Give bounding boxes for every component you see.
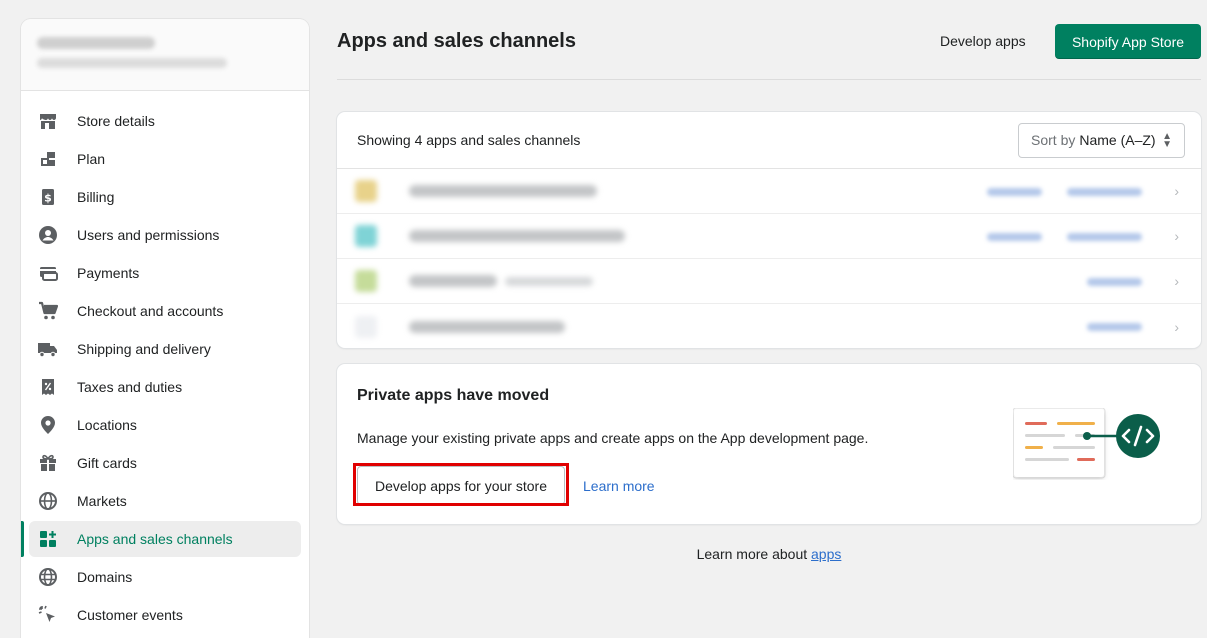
store-name-redacted [37,37,155,49]
sidebar-item-label: Payments [77,265,140,281]
learn-more-about-apps: Learn more about apps [0,546,1207,562]
app-icon [355,315,377,338]
store-account-header[interactable] [21,19,309,91]
select-arrows-icon: ▲ ▼ [1162,130,1172,150]
chevron-right-icon: › [1174,228,1179,244]
redacted-app-name [409,275,497,287]
redacted-uninstall-link[interactable] [1087,274,1142,289]
payments-icon [37,262,59,284]
app-row-redacted[interactable]: › [337,169,1201,214]
sidebar-item-label: Store details [77,113,155,129]
sidebar-item-billing[interactable]: $ Billing [29,179,301,215]
private-apps-card: Private apps have moved Manage your exis… [337,364,1201,524]
sidebar-item-label: Gift cards [77,455,137,471]
location-pin-icon [37,414,59,436]
sidebar-item-markets[interactable]: Markets [29,483,301,519]
sidebar-item-label: Customer events [77,607,183,623]
sidebar-item-label: Users and permissions [77,227,220,243]
app-row-redacted[interactable]: › [337,214,1201,259]
globe-icon [37,566,59,588]
apps-list-header: Showing 4 apps and sales channels Sort b… [337,112,1201,169]
redacted-support-link[interactable] [1067,229,1142,244]
chevron-right-icon: › [1174,183,1179,199]
redacted-app-subtitle [505,276,593,286]
develop-apps-link[interactable]: Develop apps [940,33,1026,49]
redacted-content [355,270,1201,292]
sidebar-item-label: Markets [77,493,127,509]
sidebar-item-label: Shipping and delivery [77,341,211,357]
store-icon [37,110,59,132]
sidebar-item-shipping-and-delivery[interactable]: Shipping and delivery [29,331,301,367]
sidebar-item-gift-cards[interactable]: Gift cards [29,445,301,481]
apps-count-label: Showing 4 apps and sales channels [357,132,581,148]
sort-prefix: Sort by [1031,132,1076,148]
app-row-redacted[interactable]: › [337,304,1201,348]
sidebar-item-payments[interactable]: Payments [29,255,301,291]
truck-icon [37,338,59,360]
redacted-app-name [409,185,597,197]
redacted-content [355,315,1201,338]
sidebar-item-locations[interactable]: Locations [29,407,301,443]
app-icon [355,225,377,247]
chevron-right-icon: › [1174,273,1179,289]
sidebar-item-label: Taxes and duties [77,379,183,395]
sidebar-item-label: Billing [77,189,115,205]
sidebar-item-label: Locations [77,417,137,433]
redacted-app-name [409,230,625,242]
sidebar-item-customer-events[interactable]: Customer events [29,597,301,633]
learn-more-link[interactable]: Learn more [583,478,655,494]
receipt-icon [37,376,59,398]
redacted-app-name [409,320,565,333]
store-email-redacted [37,58,227,68]
app-icon [355,270,377,292]
sidebar-item-label: Apps and sales channels [77,531,233,547]
app-icon [355,180,377,202]
sidebar-item-checkout-and-accounts[interactable]: Checkout and accounts [29,293,301,329]
apps-list-card: Showing 4 apps and sales channels Sort b… [337,112,1201,348]
page-title: Apps and sales channels [337,30,576,52]
plan-icon [37,148,59,170]
private-apps-title: Private apps have moved [357,387,550,404]
gift-icon [37,452,59,474]
developer-code-illustration [1012,407,1163,483]
redacted-uninstall-link[interactable] [1087,319,1142,334]
app-row-redacted[interactable]: › [337,259,1201,304]
sidebar-item-taxes-and-duties[interactable]: Taxes and duties [29,369,301,405]
footer-prefix: Learn more about [696,546,812,562]
billing-icon: $ [37,186,59,208]
sidebar-item-label: Plan [77,151,106,167]
globe-grid-icon [37,490,59,512]
sort-value: Name (A–Z) [1079,132,1156,148]
header-divider [337,79,1201,80]
chevron-right-icon: › [1174,318,1179,335]
cursor-click-icon [37,604,59,626]
user-icon [37,224,59,246]
sidebar-item-label: Checkout and accounts [77,303,224,319]
svg-text:$: $ [44,192,52,205]
redacted-uninstall-link[interactable] [987,184,1042,199]
private-apps-description: Manage your existing private apps and cr… [357,430,869,446]
apps-link[interactable]: apps [811,546,841,562]
sidebar-item-store-details[interactable]: Store details [29,103,301,139]
sidebar-item-domains[interactable]: Domains [29,559,301,595]
sidebar-item-users-and-permissions[interactable]: Users and permissions [29,217,301,253]
sort-select[interactable]: Sort by Name (A–Z) ▲ ▼ [1018,122,1185,158]
develop-apps-for-store-button[interactable]: Develop apps for your store [357,466,565,505]
redacted-support-link[interactable] [1067,184,1142,199]
sidebar-item-plan[interactable]: Plan [29,141,301,177]
shopify-app-store-button[interactable]: Shopify App Store [1055,24,1201,59]
cart-icon [37,300,59,322]
sidebar-item-label: Domains [77,569,133,585]
redacted-uninstall-link[interactable] [987,229,1042,244]
